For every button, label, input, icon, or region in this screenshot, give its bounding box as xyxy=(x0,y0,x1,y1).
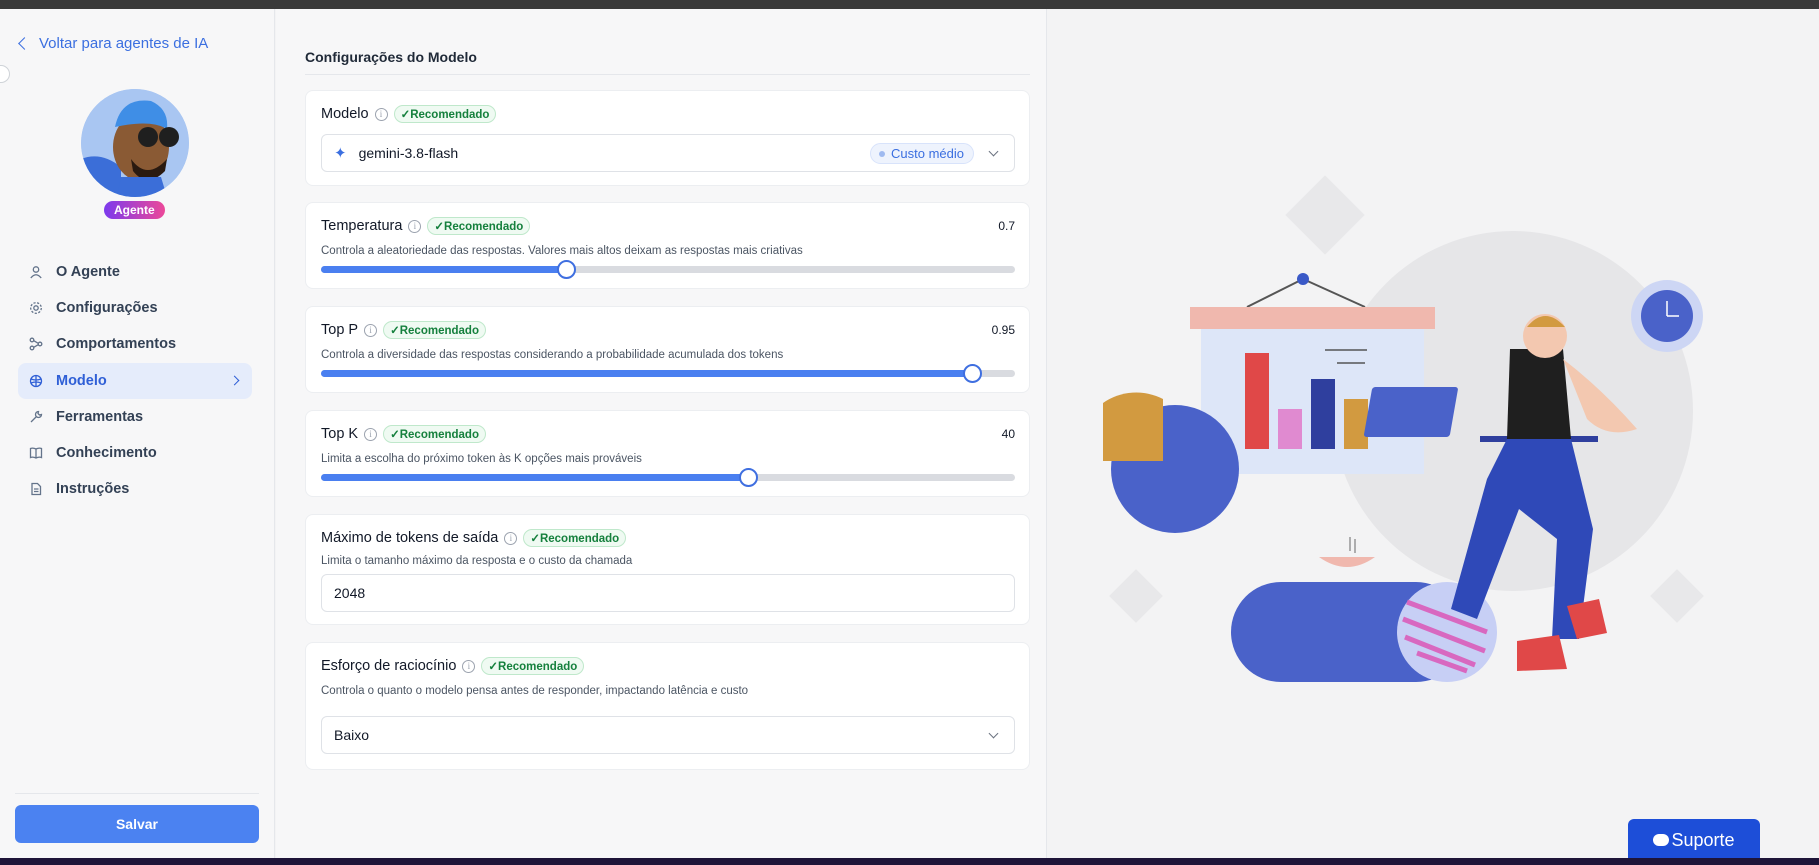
top-p-slider[interactable] xyxy=(321,364,1015,383)
model-label: Modelo xyxy=(321,106,369,122)
sidebar-item-label: O Agente xyxy=(56,264,120,280)
model-settings-panel: Configurações do Modelo Modelo i ✓Recome… xyxy=(276,9,1046,858)
sidebar-item-o-agente[interactable]: O Agente xyxy=(18,254,252,290)
top-k-value: 40 xyxy=(1001,427,1015,441)
recommended-badge: ✓Recomendado xyxy=(427,217,531,235)
gear-icon xyxy=(28,300,44,316)
collapse-sidebar-handle[interactable] xyxy=(0,65,10,83)
flow-icon xyxy=(28,336,44,352)
max-tokens-card: Máximo de tokens de saída i ✓Recomendado… xyxy=(305,514,1030,625)
chevron-right-icon xyxy=(229,375,240,386)
book-icon xyxy=(28,445,44,461)
presentation-illustration xyxy=(1103,175,1704,682)
document-icon xyxy=(28,481,44,497)
sidebar: Voltar para agentes de IA Agente O Agent… xyxy=(0,9,275,858)
top-p-value: 0.95 xyxy=(991,323,1015,337)
model-select-value: gemini-3.8-flash xyxy=(358,145,459,161)
sidebar-item-label: Conhecimento xyxy=(56,444,157,461)
support-button[interactable]: Suporte xyxy=(1628,819,1760,861)
cost-label: Custo médio xyxy=(891,146,964,161)
top-p-card: Top P i ✓Recomendado 0.95 Controla a div… xyxy=(305,306,1030,393)
temperature-label: Temperatura xyxy=(321,218,403,234)
reasoning-card: Esforço de raciocínio i ✓Recomendado Con… xyxy=(305,642,1030,770)
slider-thumb[interactable] xyxy=(738,468,758,487)
wrench-icon xyxy=(28,409,44,425)
info-icon[interactable]: i xyxy=(462,659,476,673)
recommended-badge: ✓Recomendado xyxy=(523,529,627,547)
chevron-down-icon xyxy=(988,728,999,739)
save-button[interactable]: Salvar xyxy=(15,805,259,843)
max-tokens-label: Máximo de tokens de saída xyxy=(321,530,499,546)
info-icon[interactable]: i xyxy=(364,323,378,337)
sidebar-item-comportamentos[interactable]: Comportamentos xyxy=(18,326,252,362)
back-link-label: Voltar para agentes de IA xyxy=(39,35,209,52)
chevron-down-icon xyxy=(988,146,999,157)
slider-thumb[interactable] xyxy=(556,260,576,279)
gemini-sparkle-icon: ✦ xyxy=(334,145,347,162)
model-select[interactable]: ✦ gemini-3.8-flash Custo médio xyxy=(321,134,1015,172)
chat-bubble-icon xyxy=(1653,834,1670,846)
user-icon xyxy=(28,264,44,280)
page-title: Configurações do Modelo xyxy=(305,49,477,65)
recommended-badge: ✓Recomendado xyxy=(383,321,486,339)
top-k-label: Top K xyxy=(321,426,359,442)
sidebar-item-label: Modelo xyxy=(56,372,107,389)
info-icon[interactable]: i xyxy=(374,107,388,121)
temperature-slider[interactable] xyxy=(321,260,1015,279)
support-label: Suporte xyxy=(1671,829,1735,850)
slider-thumb[interactable] xyxy=(962,364,982,383)
recommended-badge: ✓Recomendado xyxy=(481,657,585,675)
sidebar-item-ferramentas[interactable]: Ferramentas xyxy=(18,399,252,435)
top-k-card: Top K i ✓Recomendado 40 Limita a escolha… xyxy=(305,410,1030,497)
temperature-description: Controla a aleatoriedade das respostas. … xyxy=(321,245,803,257)
cost-badge: Custo médio xyxy=(870,143,974,164)
reasoning-label: Esforço de raciocínio xyxy=(321,658,457,674)
temperature-card: Temperatura i ✓Recomendado 0.7 Controla … xyxy=(305,202,1030,289)
reasoning-select-value: Baixo xyxy=(334,727,370,743)
slider-fill xyxy=(321,266,566,273)
sidebar-item-modelo[interactable]: Modelo xyxy=(18,362,252,399)
sidebar-item-conhecimento[interactable]: Conhecimento xyxy=(18,435,252,471)
temperature-value: 0.7 xyxy=(998,219,1015,233)
reasoning-description: Controla o quanto o modelo pensa antes d… xyxy=(321,685,749,697)
info-icon[interactable]: i xyxy=(364,427,378,441)
sidebar-item-label: Ferramentas xyxy=(56,408,144,425)
section-divider xyxy=(305,74,1030,75)
chevron-left-icon xyxy=(18,37,31,50)
recommended-badge: ✓Recomendado xyxy=(393,105,497,123)
top-k-description: Limita a escolha do próximo token às K o… xyxy=(321,453,642,465)
cost-dot-icon xyxy=(879,150,886,157)
avatar xyxy=(81,89,189,197)
agent-badge: Agente xyxy=(104,201,165,219)
window-bottom-bar xyxy=(0,858,1819,865)
back-to-agents-link[interactable]: Voltar para agentes de IA xyxy=(16,35,208,52)
max-tokens-input[interactable] xyxy=(321,574,1015,612)
slider-fill xyxy=(321,370,972,377)
window-top-bar xyxy=(0,0,1819,9)
sidebar-nav: O Agente Configurações Comportamentos Mo… xyxy=(18,254,252,507)
sidebar-item-configuracoes[interactable]: Configurações xyxy=(18,290,252,326)
sidebar-item-instrucoes[interactable]: Instruções xyxy=(18,471,252,507)
sidebar-item-label: Comportamentos xyxy=(56,336,177,353)
model-card: Modelo i ✓Recomendado ✦ gemini-3.8-flash… xyxy=(305,90,1030,186)
info-icon[interactable]: i xyxy=(408,219,422,233)
recommended-badge: ✓Recomendado xyxy=(383,425,486,443)
slider-fill xyxy=(321,474,748,481)
max-tokens-description: Limita o tamanho máximo da resposta e o … xyxy=(321,555,633,567)
illustration-panel xyxy=(1046,9,1819,858)
brain-icon xyxy=(28,373,44,389)
sidebar-item-label: Configurações xyxy=(56,300,158,317)
sidebar-item-label: Instruções xyxy=(56,481,130,498)
top-p-description: Controla a diversidade das respostas con… xyxy=(321,349,784,361)
top-p-label: Top P xyxy=(321,322,359,338)
reasoning-select[interactable]: Baixo xyxy=(321,716,1015,754)
top-k-slider[interactable] xyxy=(321,468,1015,487)
sidebar-divider xyxy=(15,793,259,794)
info-icon[interactable]: i xyxy=(504,531,518,545)
